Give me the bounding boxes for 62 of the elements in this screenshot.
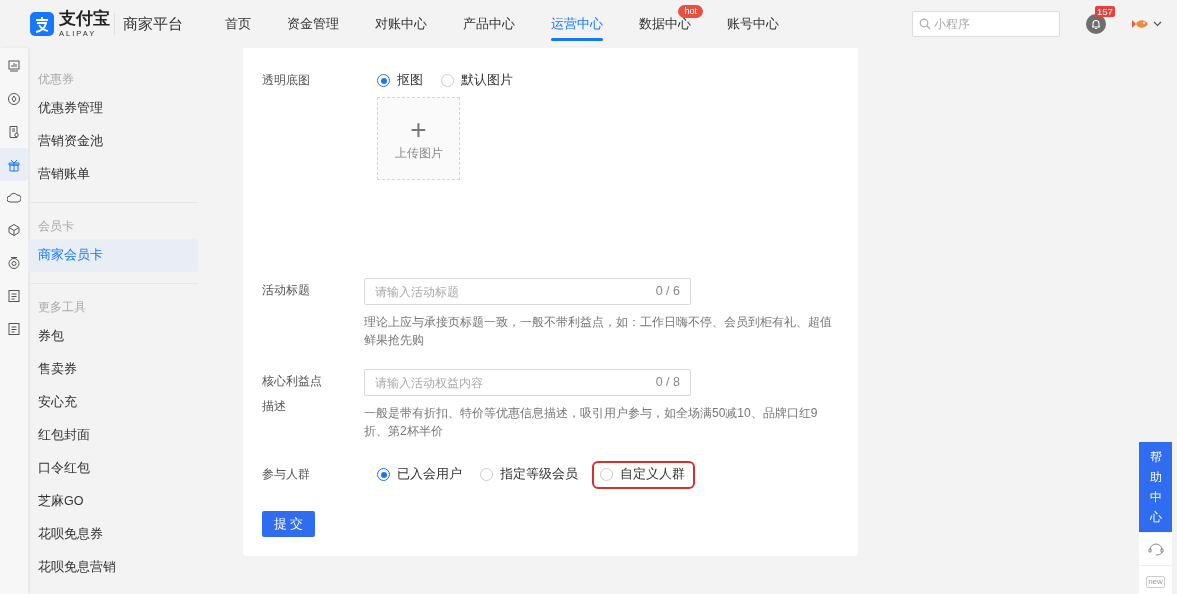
sidebar-item[interactable]: 商家会员卡 (28, 239, 198, 272)
list-icon (7, 288, 21, 303)
text-field[interactable]: 请输入活动权益内容 0 / 8 (364, 369, 691, 396)
sidebar-item[interactable]: 口令红包 (28, 452, 198, 485)
chevron-down-icon (1153, 21, 1162, 27)
search-icon (919, 18, 931, 30)
bell-icon (1090, 18, 1102, 30)
gift-icon (7, 157, 21, 172)
sidebar-item[interactable]: 安心充 (28, 386, 198, 419)
search-field[interactable]: 小程序 (912, 11, 1060, 37)
sidebar-heading: 优惠券 (37, 71, 75, 88)
logo-icon (30, 12, 54, 36)
headset-icon (1147, 542, 1164, 556)
sidebar-item[interactable]: 优惠券管理 (28, 92, 198, 125)
sidebar-heading: 会员卡 (37, 218, 75, 235)
nav-tab[interactable]: 资金管理 (269, 0, 357, 48)
chart-icon (7, 59, 21, 74)
radio-option[interactable]: 抠图 (377, 70, 427, 91)
field-label: 活动标题 (262, 282, 311, 299)
help-text: 理论上应与承接页标题一致，一般不带利益点，如：工作日嗨不停、会员到柜有礼、超值鲜果抢先购 (364, 314, 833, 349)
sidebar-item[interactable]: 花呗免息营销 (28, 551, 198, 584)
medal-icon (7, 256, 21, 271)
radio-option[interactable]: 自定义人群 (596, 464, 691, 485)
fish-avatar-icon (1132, 17, 1150, 31)
sidebar-item[interactable]: 花呗免息券 (28, 518, 198, 551)
field-label: 核心利益点描述 (262, 373, 323, 415)
sidebar-item[interactable]: 营销账单 (28, 158, 198, 191)
radio-option[interactable]: 已入会用户 (377, 464, 466, 485)
sidebar-heading: 更多工具 (37, 299, 87, 316)
text-field[interactable]: 请输入活动标题 0 / 6 (364, 278, 691, 305)
cube-icon (7, 223, 21, 238)
sidebar-item[interactable]: 售卖券 (28, 353, 198, 386)
nav-tab[interactable]: 产品中心 (445, 0, 533, 48)
sidebar-item[interactable]: 红包封面 (28, 419, 198, 452)
help-text: 一般是带有折扣、特价等优惠信息描述，吸引用户参与，如全场满50减10、品牌口红9折、第2杯半价 (364, 405, 819, 440)
hot-badge: hot (678, 5, 703, 18)
nav-tab[interactable]: 运营中心 (533, 0, 621, 48)
document-icon (7, 125, 21, 139)
sidebar-item[interactable]: 券包 (28, 320, 198, 353)
logo-text: 支付宝 (59, 10, 110, 28)
compass-icon (7, 92, 21, 107)
field-label: 参与人群 (262, 466, 311, 483)
support-button[interactable] (1139, 532, 1172, 565)
sidebar-item[interactable]: 芝麻GO (28, 485, 198, 518)
submit-button[interactable]: 提 交 (262, 511, 315, 537)
account-menu[interactable] (1132, 17, 1162, 31)
platform-title: 商家平台 (114, 12, 183, 36)
notification-button[interactable] (1086, 14, 1106, 34)
notification-count: 157 (1095, 6, 1115, 17)
nav-tab[interactable]: 对账中心 (357, 0, 445, 48)
radio-option[interactable]: 指定等级会员 (480, 464, 582, 485)
character-counter: 0 / 6 (655, 283, 680, 301)
nav-tab[interactable]: 首页 (207, 0, 269, 48)
sidebar-item[interactable]: 营销资金池 (28, 125, 198, 158)
character-counter: 0 / 8 (655, 374, 680, 392)
help-center-button[interactable]: 帮助中心 (1139, 442, 1172, 532)
upload-button[interactable]: + 上传图片 (377, 97, 460, 180)
radio-option[interactable]: 默认图片 (441, 70, 517, 91)
list-icon (7, 321, 21, 336)
field-label: 透明底图 (262, 72, 311, 89)
cloud-icon (7, 190, 21, 205)
nav-tab[interactable]: 账号中心 (709, 0, 797, 48)
